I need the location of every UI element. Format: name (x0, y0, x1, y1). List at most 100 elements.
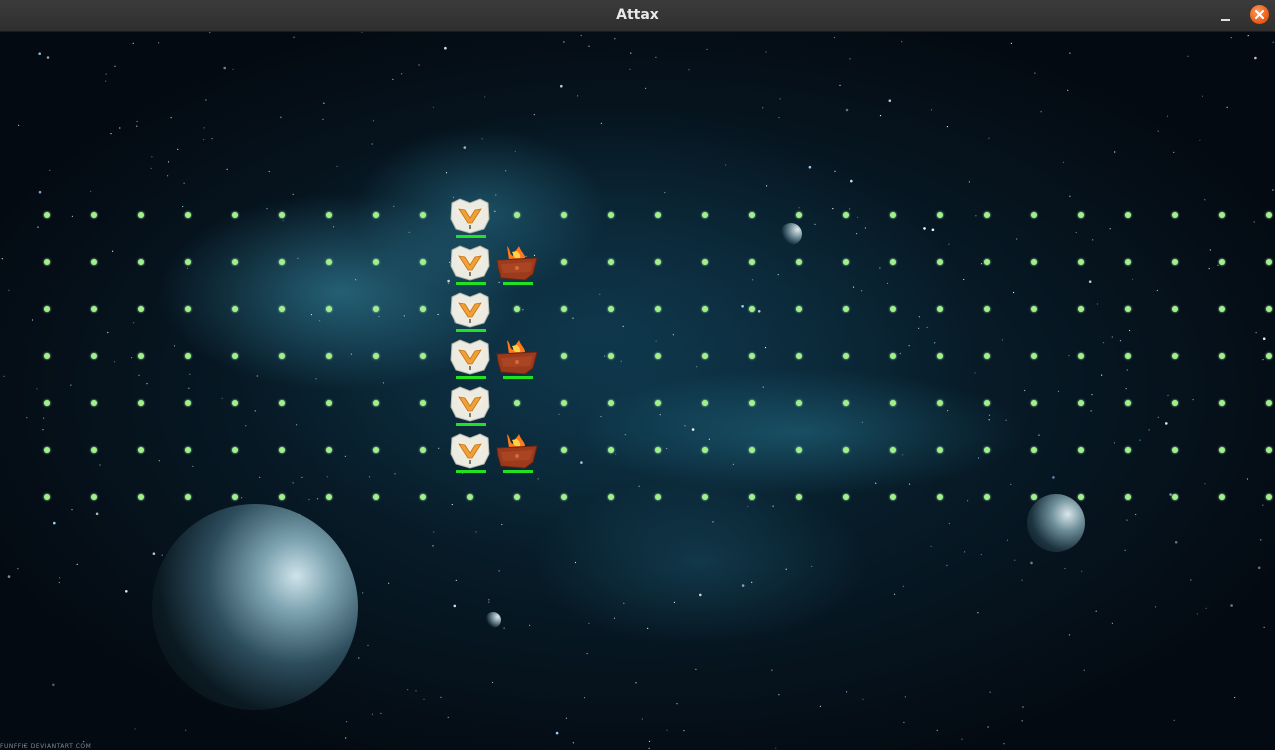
board-cell[interactable] (373, 400, 379, 406)
board-cell[interactable] (890, 447, 896, 453)
board-cell[interactable] (1266, 494, 1272, 500)
board-cell[interactable] (326, 447, 332, 453)
board-cell[interactable] (984, 259, 990, 265)
board-cell[interactable] (420, 447, 426, 453)
board-cell[interactable] (655, 306, 661, 312)
board-cell[interactable] (1078, 259, 1084, 265)
board-cell[interactable] (232, 494, 238, 500)
board-cell[interactable] (937, 212, 943, 218)
board-cell[interactable] (373, 494, 379, 500)
board-cell[interactable] (1172, 447, 1178, 453)
board-cell[interactable] (279, 353, 285, 359)
board-cell[interactable] (373, 353, 379, 359)
board-cell[interactable] (1031, 353, 1037, 359)
board-cell[interactable] (420, 353, 426, 359)
board-cell[interactable] (796, 447, 802, 453)
board-cell[interactable] (702, 400, 708, 406)
board-cell[interactable] (232, 400, 238, 406)
board-cell[interactable] (326, 212, 332, 218)
board-cell[interactable] (279, 400, 285, 406)
board-cell[interactable] (232, 306, 238, 312)
board-cell[interactable] (984, 353, 990, 359)
board-cell[interactable] (984, 306, 990, 312)
board-cell[interactable] (420, 400, 426, 406)
board-cell[interactable] (1078, 494, 1084, 500)
board-cell[interactable] (937, 494, 943, 500)
board-cell[interactable] (91, 400, 97, 406)
board-cell[interactable] (138, 212, 144, 218)
board-cell[interactable] (138, 306, 144, 312)
board-cell[interactable] (749, 447, 755, 453)
board-cell[interactable] (984, 447, 990, 453)
board-cell[interactable] (749, 306, 755, 312)
board-cell[interactable] (1078, 353, 1084, 359)
board-cell[interactable] (1078, 212, 1084, 218)
board-cell[interactable] (1266, 259, 1272, 265)
board-cell[interactable] (138, 494, 144, 500)
board-cell[interactable] (1266, 447, 1272, 453)
board-cell[interactable] (1125, 306, 1131, 312)
board-cell[interactable] (1219, 353, 1225, 359)
board-cell[interactable] (890, 259, 896, 265)
board-cell[interactable] (185, 400, 191, 406)
board-cell[interactable] (655, 259, 661, 265)
board-cell[interactable] (514, 494, 520, 500)
board-cell[interactable] (749, 400, 755, 406)
board-cell[interactable] (1125, 400, 1131, 406)
board-cell[interactable] (185, 212, 191, 218)
board-cell[interactable] (1172, 212, 1178, 218)
board-cell[interactable] (279, 494, 285, 500)
board-cell[interactable] (1172, 400, 1178, 406)
board-cell[interactable] (1125, 259, 1131, 265)
board-cell[interactable] (1031, 259, 1037, 265)
board-cell[interactable] (561, 400, 567, 406)
board-cell[interactable] (1266, 400, 1272, 406)
board-cell[interactable] (91, 259, 97, 265)
board-cell[interactable] (326, 259, 332, 265)
board-cell[interactable] (561, 212, 567, 218)
board-cell[interactable] (185, 259, 191, 265)
board-cell[interactable] (843, 400, 849, 406)
board-cell[interactable] (796, 400, 802, 406)
board-cell[interactable] (1125, 447, 1131, 453)
board-cell[interactable] (702, 212, 708, 218)
board-cell[interactable] (796, 259, 802, 265)
white-ship-piece[interactable] (448, 432, 492, 476)
board-cell[interactable] (1219, 212, 1225, 218)
board-cell[interactable] (561, 259, 567, 265)
board-cell[interactable] (279, 212, 285, 218)
board-cell[interactable] (608, 494, 614, 500)
board-cell[interactable] (1125, 353, 1131, 359)
board-cell[interactable] (514, 400, 520, 406)
board-cell[interactable] (185, 306, 191, 312)
board-cell[interactable] (702, 306, 708, 312)
board-cell[interactable] (843, 447, 849, 453)
board-cell[interactable] (796, 494, 802, 500)
board-cell[interactable] (1078, 400, 1084, 406)
board-cell[interactable] (326, 306, 332, 312)
board-cell[interactable] (561, 494, 567, 500)
board-cell[interactable] (232, 212, 238, 218)
white-ship-piece[interactable] (448, 244, 492, 288)
board-cell[interactable] (185, 353, 191, 359)
red-ship-piece[interactable] (495, 244, 539, 288)
board-cell[interactable] (561, 353, 567, 359)
board-cell[interactable] (702, 259, 708, 265)
board-cell[interactable] (890, 212, 896, 218)
board-cell[interactable] (749, 353, 755, 359)
board-cell[interactable] (1219, 306, 1225, 312)
board-cell[interactable] (843, 259, 849, 265)
board-cell[interactable] (655, 353, 661, 359)
board-cell[interactable] (326, 494, 332, 500)
board-cell[interactable] (702, 447, 708, 453)
board-cell[interactable] (373, 447, 379, 453)
board-cell[interactable] (467, 494, 473, 500)
red-ship-piece[interactable] (495, 432, 539, 476)
board-cell[interactable] (608, 212, 614, 218)
board-cell[interactable] (185, 447, 191, 453)
board-cell[interactable] (91, 306, 97, 312)
board-cell[interactable] (91, 212, 97, 218)
board-cell[interactable] (1031, 494, 1037, 500)
board-cell[interactable] (138, 353, 144, 359)
board-cell[interactable] (373, 259, 379, 265)
